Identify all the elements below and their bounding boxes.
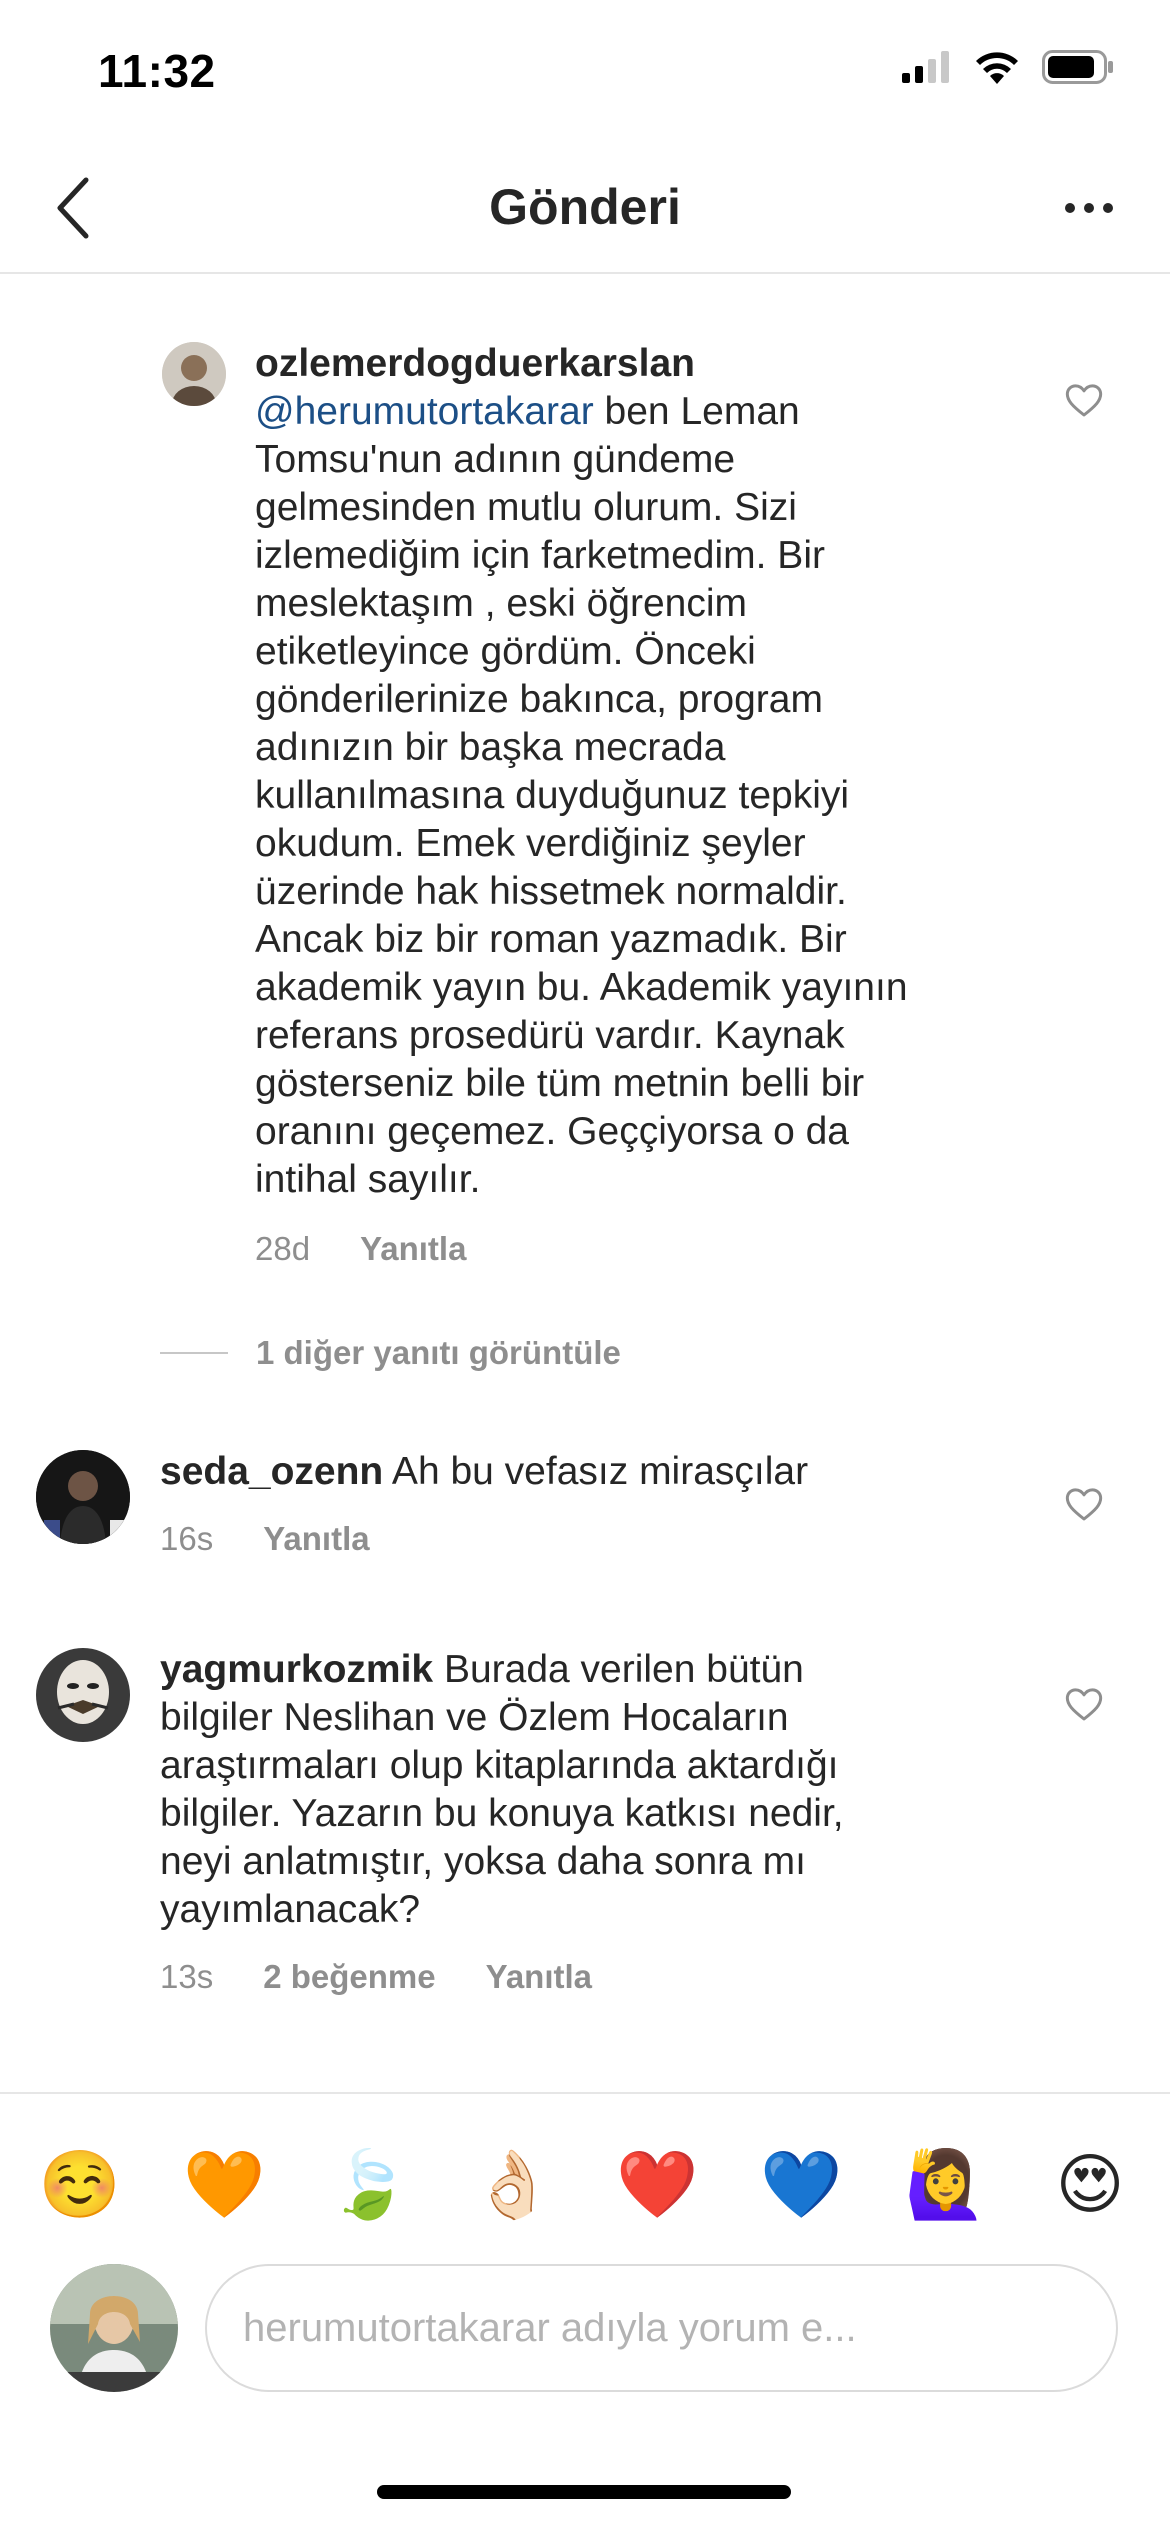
emoji-quick-bar: ☺️ 🧡 🍃 👌🏻 ❤️ 💙 🙋‍♀️ 😍 [30, 2134, 1140, 2234]
comment-line: gelmesinden mutlu olurum. Sizi [255, 486, 797, 529]
emoji-button[interactable]: 🙋‍♀️ [896, 2134, 996, 2234]
emoji-button[interactable]: 🍃 [319, 2134, 419, 2234]
comment-line: Ah bu vefasız mirasçılar [383, 1450, 809, 1493]
comment-composer-panel: ☺️ 🧡 🍃 👌🏻 ❤️ 💙 🙋‍♀️ 😍 [0, 2092, 1170, 2534]
comment-composer [0, 2264, 1170, 2404]
reply-button[interactable]: Yanıtla [360, 1230, 466, 1268]
profile-photo-icon [36, 1648, 130, 1742]
comment-line: izlemediğim için farketmedim. Bir [255, 534, 825, 577]
profile-photo-icon [36, 1450, 130, 1544]
status-time: 11:32 [98, 45, 216, 97]
comment-meta: 16s Yanıtla [160, 1520, 370, 1558]
avatar[interactable] [162, 342, 226, 406]
comment-meta: 28d Yanıtla [255, 1230, 466, 1268]
comment-line: adınızın bir başka mecrada [255, 726, 726, 769]
view-replies-label: 1 diğer yanıtı görüntüle [256, 1334, 621, 1371]
comment-line: intihal sayılır. [255, 1158, 481, 1201]
emoji-button[interactable]: 👌🏻 [463, 2134, 563, 2234]
comment-time: 28d [255, 1230, 311, 1267]
comment-mention[interactable]: @herumutortakarar [255, 390, 594, 433]
comment-username[interactable]: ozlemerdogduerkarslan [255, 342, 695, 385]
comment-body: seda_ozenn Ah bu vefasız mirasçılar [160, 1448, 1020, 1496]
home-indicator [377, 2485, 791, 2499]
comment-line: neyi anlatmıştır, yoksa daha sonra mı [160, 1840, 806, 1883]
comment-line: okudum. Emek verdiğiniz şeyler [255, 822, 806, 865]
comment-line: etiketleyince gördüm. Önceki [255, 630, 756, 673]
current-user-avatar [50, 2264, 178, 2392]
reply-button[interactable]: Yanıtla [486, 1958, 592, 1996]
wifi-icon [976, 52, 1018, 84]
heart-icon[interactable] [1064, 1684, 1104, 1724]
comment-line: ben Leman [593, 390, 800, 433]
replies-divider [160, 1352, 228, 1354]
comment-line: yayımlanacak? [160, 1888, 421, 1931]
comment-line: referans prosedürü vardır. Kaynak [255, 1014, 845, 1057]
battery-icon [1042, 50, 1113, 84]
avatar[interactable] [36, 1648, 130, 1742]
emoji-button[interactable]: 😍 [1040, 2134, 1140, 2234]
more-options-button[interactable] [1044, 168, 1134, 248]
comment-line: Tomsu'nun adının gündeme [255, 438, 736, 481]
comment-line: Ancak biz bir roman yazmadık. Bir [255, 918, 847, 961]
emoji-button[interactable]: ❤️ [607, 2134, 707, 2234]
comment-line: bilgiler. Yazarın bu konuya katkısı nedi… [160, 1792, 844, 1835]
heart-icon[interactable] [1064, 380, 1104, 420]
comment-line: oranını geçemez. Geççiyorsa o da [255, 1110, 849, 1153]
comment-input[interactable] [205, 2264, 1118, 2392]
avatar[interactable] [36, 1450, 130, 1544]
comment-line: bilgiler Neslihan ve Özlem Hocaların [160, 1696, 789, 1739]
comment-time: 13s [160, 1958, 214, 1995]
emoji-button[interactable]: ☺️ [30, 2134, 130, 2234]
comment-body: yagmurkozmik Burada verilen bütün bilgil… [160, 1646, 1020, 1934]
comment-line: gösterseniz bile tüm metnin belli bir [255, 1062, 865, 1105]
comment-body: ozlemerdogduerkarslan @herumutortakarar … [255, 340, 1015, 1204]
profile-photo-icon [50, 2264, 178, 2392]
emoji-button[interactable]: 🧡 [174, 2134, 274, 2234]
status-bar: 11:32 [0, 0, 1170, 150]
more-horizontal-icon [1065, 203, 1113, 213]
comment-line: üzerinde hak hissetmek normaldir. [255, 870, 847, 913]
comment-line: Burada verilen bütün [433, 1648, 804, 1691]
comment-line: araştırmaları olup kitaplarında aktardığ… [160, 1744, 839, 1787]
emoji-button[interactable]: 💙 [751, 2134, 851, 2234]
comment-time: 16s [160, 1520, 214, 1557]
status-icons [902, 50, 1114, 84]
signal-icon [902, 51, 949, 83]
view-replies-link[interactable]: 1 diğer yanıtı görüntüle [160, 1334, 621, 1372]
comment-line: kullanılmasına duyduğunuz tepkiyi [255, 774, 850, 817]
likes-count[interactable]: 2 beğenme [263, 1958, 435, 1996]
reply-button[interactable]: Yanıtla [263, 1520, 369, 1558]
comment-line: akademik yayın bu. Akademik yayının [255, 966, 908, 1009]
comment-username[interactable]: yagmurkozmik [160, 1648, 433, 1691]
nav-bar: Gönderi [0, 150, 1170, 274]
profile-photo-icon [162, 342, 226, 406]
comment-line: gönderilerinize bakınca, program [255, 678, 823, 721]
comment-line: meslektaşım , eski öğrencim [255, 582, 747, 625]
comment-meta: 13s 2 beğenme Yanıtla [160, 1958, 592, 1996]
heart-icon[interactable] [1064, 1484, 1104, 1524]
comment-username[interactable]: seda_ozenn [160, 1450, 383, 1493]
page-title: Gönderi [489, 179, 681, 235]
